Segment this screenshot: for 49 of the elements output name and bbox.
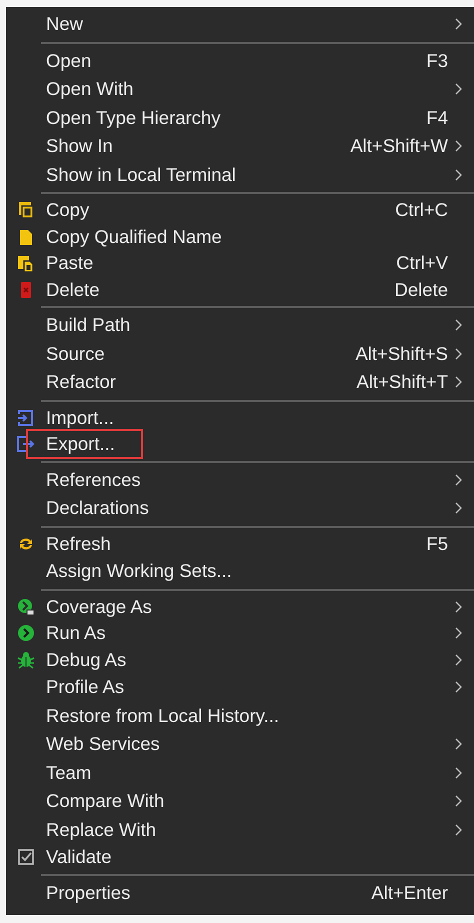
menu-item[interactable]: Copy [46, 198, 90, 222]
paste-icon [17, 254, 35, 272]
menu-item[interactable]: Run As [46, 621, 106, 646]
menu-item[interactable]: Coverage As [46, 594, 152, 619]
menu-item[interactable]: Delete [46, 278, 100, 302]
menu-item[interactable]: Show In [46, 134, 113, 158]
menu-item[interactable]: Compare With [46, 789, 164, 814]
shortcut-label: Delete [394, 278, 448, 301]
shortcut-label: F5 [426, 532, 448, 555]
export-icon [17, 435, 35, 454]
shortcut-label: F4 [426, 106, 448, 129]
menu-item[interactable]: Refresh [46, 532, 111, 556]
document-icon [17, 228, 35, 246]
menu-item[interactable]: Replace With [46, 818, 156, 842]
menu-item[interactable]: Paste [46, 251, 94, 276]
shortcut-label: F3 [426, 50, 448, 72]
menu-item[interactable]: Validate [46, 845, 112, 870]
menu-item[interactable]: Import... [46, 406, 114, 430]
run-icon [17, 598, 35, 616]
menu-item[interactable]: Debug As [46, 648, 126, 672]
menu-item[interactable]: Profile As [46, 675, 124, 700]
shortcut-label: Ctrl+C [395, 199, 448, 222]
menu-item[interactable]: Team [46, 760, 92, 785]
menu-item[interactable]: Open [46, 48, 92, 73]
shortcut-label: Alt+Shift+W [350, 135, 448, 158]
menu-item[interactable]: Properties [46, 880, 130, 905]
menu-item[interactable]: Open With [46, 77, 134, 102]
menu-item[interactable]: Declarations [46, 496, 149, 520]
menu-item[interactable]: Assign Working Sets... [46, 559, 232, 584]
import-icon [17, 408, 35, 427]
shortcut-label: Alt+Enter [371, 882, 448, 904]
copy-icon [17, 201, 35, 220]
shortcut-label: Ctrl+V [396, 252, 448, 274]
menu-item[interactable]: New [46, 12, 84, 36]
menu-item[interactable]: Web Services [46, 732, 160, 756]
checkbox-icon [17, 848, 35, 866]
run-icon [17, 624, 35, 642]
bug-icon [17, 650, 35, 669]
menu-item[interactable]: Restore from Local History... [46, 704, 280, 728]
menu-item[interactable]: References [46, 468, 141, 492]
menu-item[interactable]: Build Path [46, 313, 130, 338]
menu-item[interactable]: Open Type Hierarchy [46, 106, 220, 130]
menu-item[interactable]: Source [46, 342, 105, 366]
menu-item[interactable]: Refactor [46, 370, 116, 394]
menu-item[interactable]: Copy Qualified Name [46, 224, 222, 249]
menu-item[interactable]: Show in Local Terminal [46, 162, 236, 187]
shortcut-label: Alt+Shift+S [355, 342, 448, 365]
menu-item[interactable]: Export... [28, 431, 141, 458]
shortcut-label: Alt+Shift+T [356, 371, 448, 394]
